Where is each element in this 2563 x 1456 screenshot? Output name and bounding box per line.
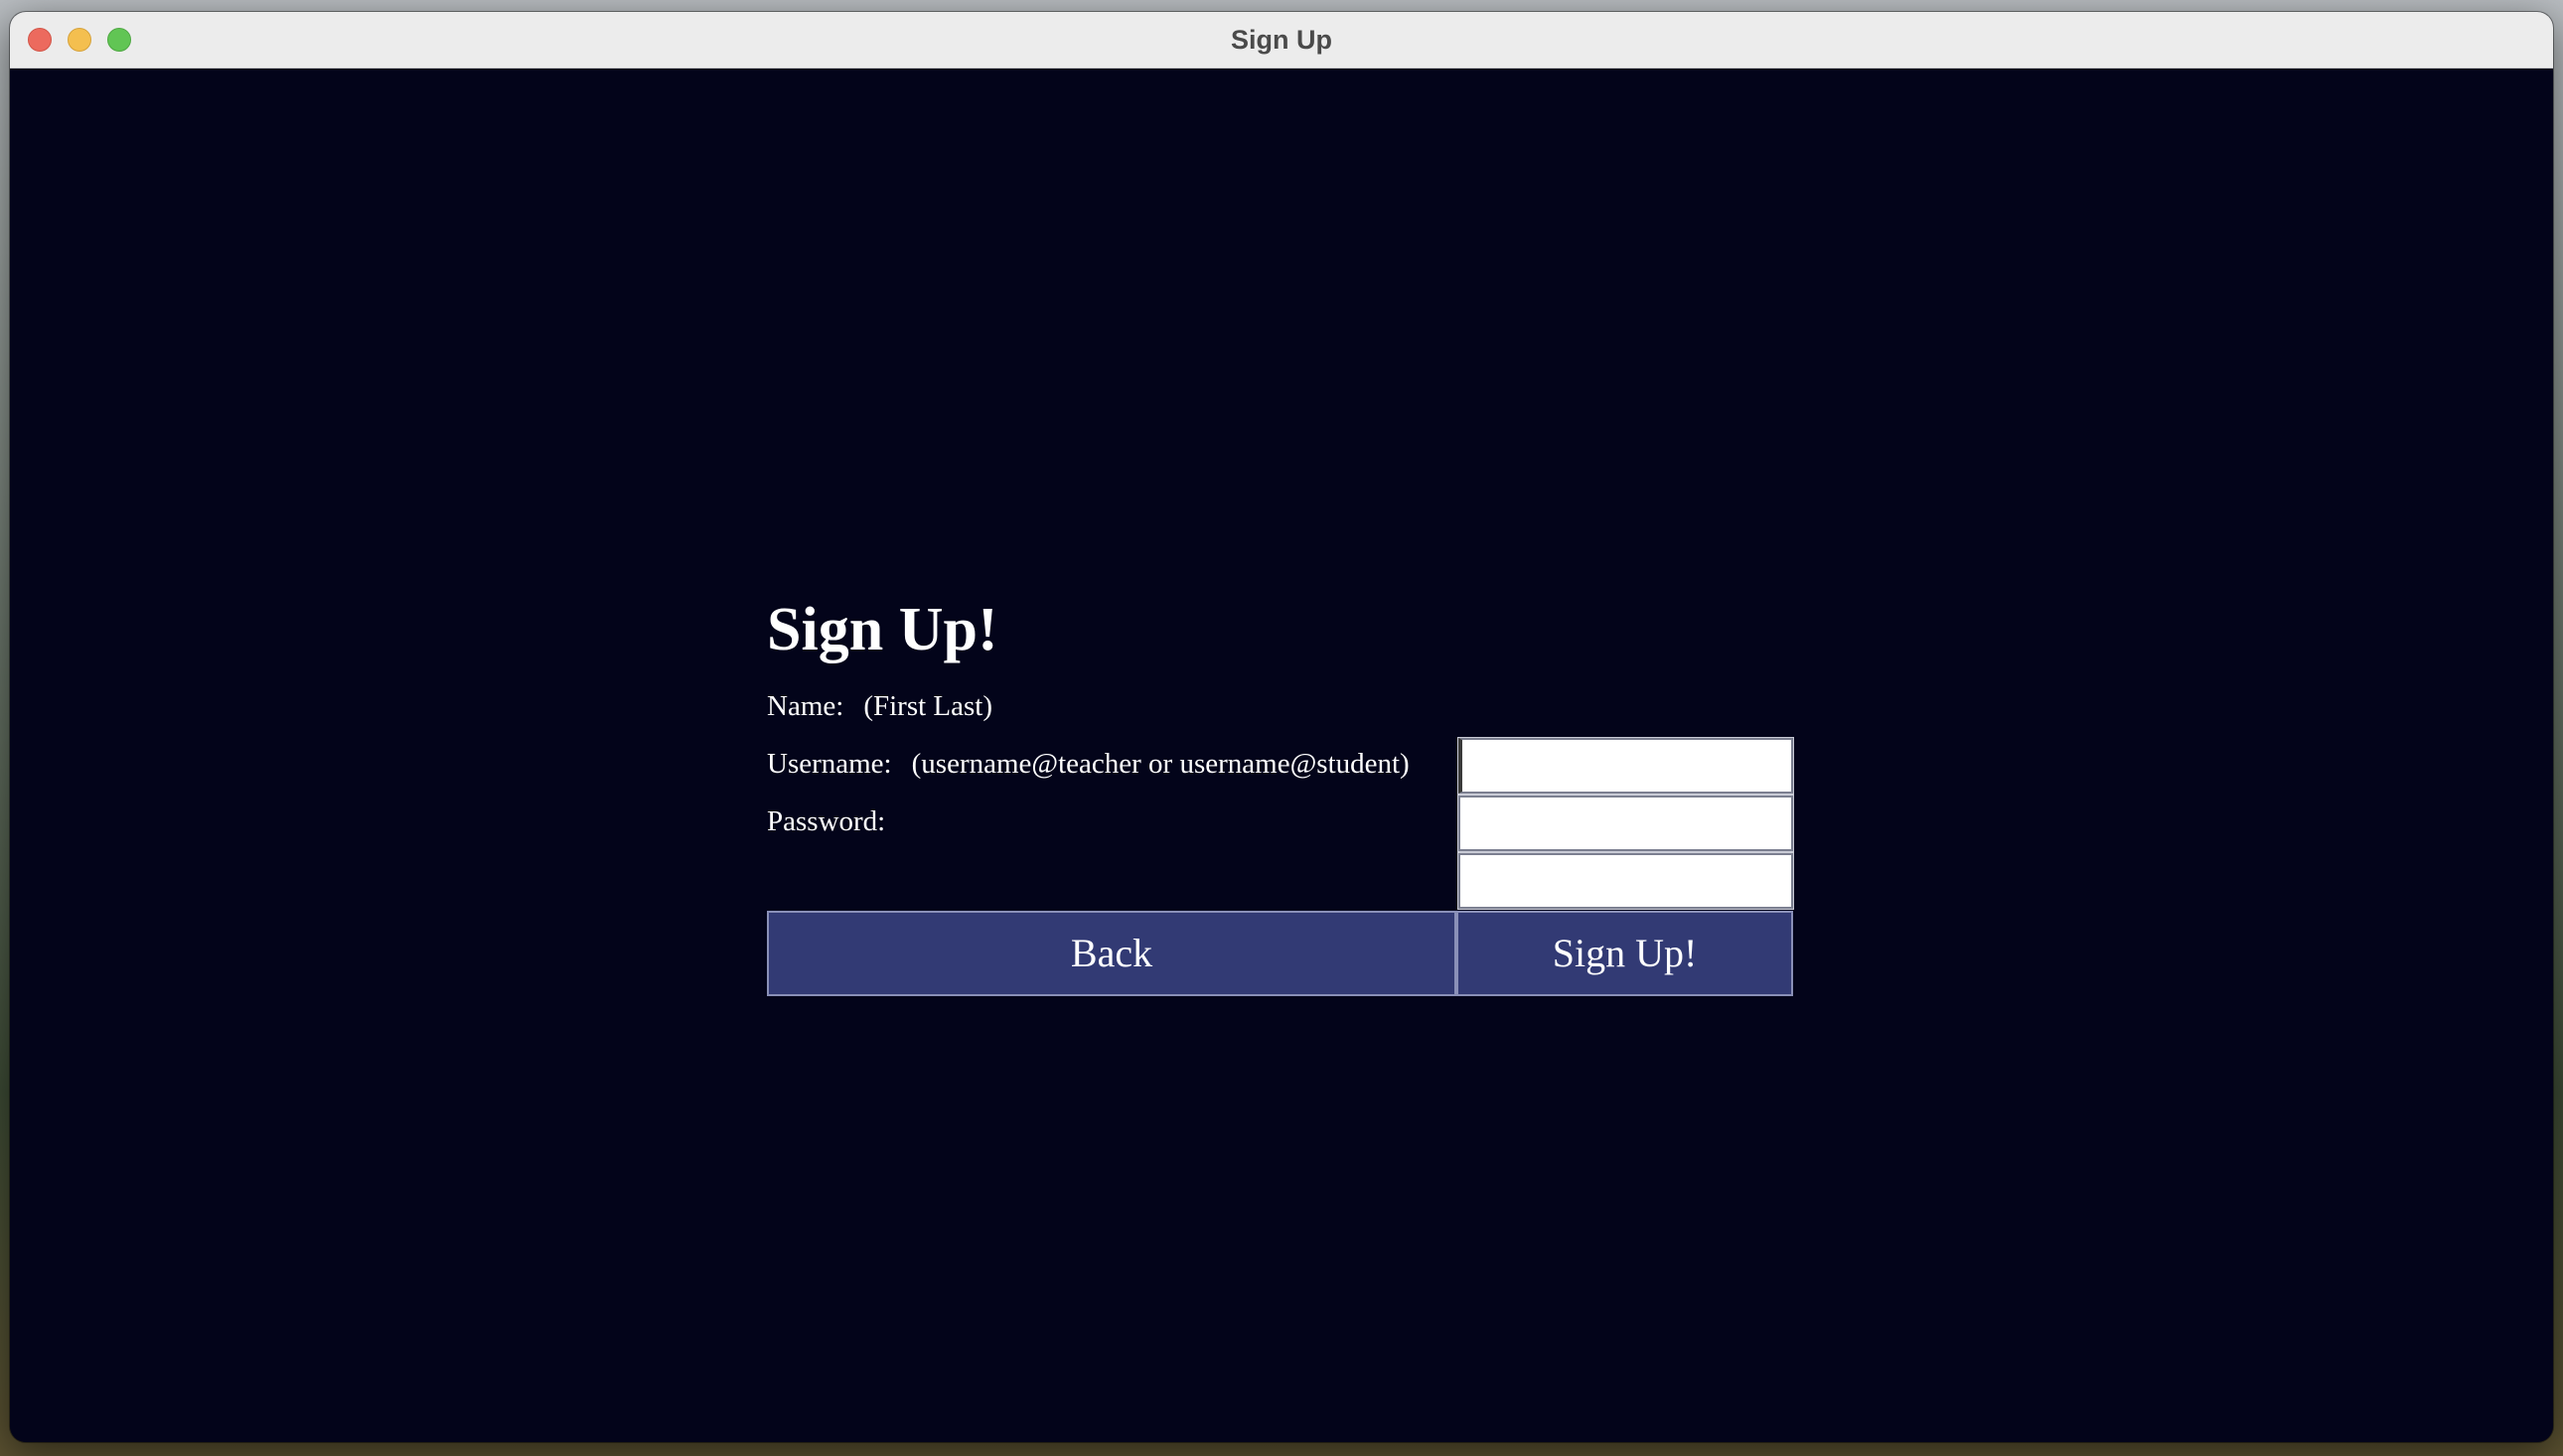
- name-hint: (First Last): [863, 690, 992, 722]
- signup-panel: Sign Up! Name: (First Last) Username: (use…: [10, 69, 2553, 1442]
- name-label-row: Name: (First Last): [767, 678, 992, 734]
- name-label: Name:: [767, 690, 844, 722]
- signup-button[interactable]: Sign Up!: [1456, 911, 1793, 996]
- username-label-row: Username: (username@teacher or username@s…: [767, 736, 1410, 792]
- window-title: Sign Up: [1231, 25, 1332, 55]
- password-label-row: Password:: [767, 794, 885, 849]
- password-label: Password:: [767, 805, 886, 837]
- password-field[interactable]: [1457, 852, 1794, 910]
- app-window: Sign Up Sign Up! Name: (First Last) Usern…: [10, 12, 2553, 1442]
- username-field[interactable]: [1457, 795, 1794, 852]
- username-label: Username:: [767, 748, 892, 780]
- username-hint: (username@teacher or username@student): [911, 748, 1410, 780]
- back-button[interactable]: Back: [767, 911, 1456, 996]
- title-bar: Sign Up: [10, 12, 2553, 69]
- name-field[interactable]: [1457, 737, 1794, 795]
- page-title: Sign Up!: [767, 596, 998, 663]
